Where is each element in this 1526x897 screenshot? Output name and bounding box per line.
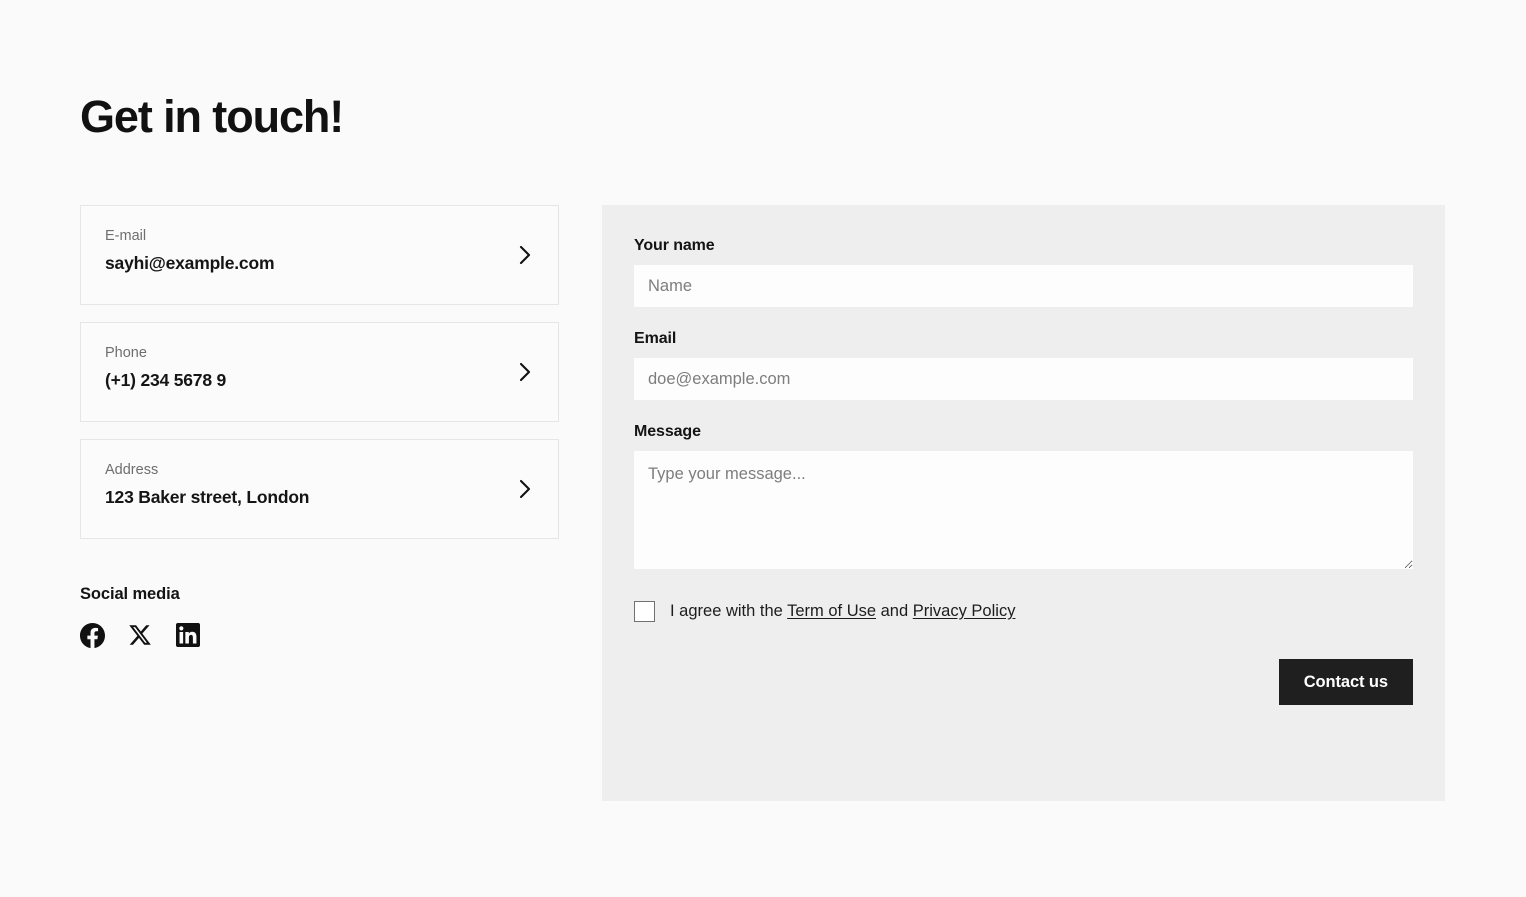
name-input[interactable] <box>634 265 1413 307</box>
contact-card-label: Phone <box>105 345 147 361</box>
contact-card-label: E-mail <box>105 228 147 244</box>
contact-info-column: E-mail sayhi@example.com Phone (+1) 234 … <box>80 205 559 648</box>
terms-agreement-row: I agree with the Term of Use and Privacy… <box>634 601 1413 622</box>
chevron-right-icon[interactable] <box>512 360 536 384</box>
email-input[interactable] <box>634 358 1413 400</box>
contact-card-email[interactable]: E-mail sayhi@example.com <box>80 205 559 305</box>
linkedin-icon[interactable] <box>176 623 201 648</box>
contact-page: Get in touch! E-mail sayhi@example.com P… <box>0 0 1526 897</box>
page-title: Get in touch! <box>80 91 344 142</box>
name-field-label: Your name <box>634 237 715 254</box>
contact-card-value: sayhi@example.com <box>105 253 275 274</box>
contact-card-value: (+1) 234 5678 9 <box>105 370 227 391</box>
email-field-label: Email <box>634 330 677 347</box>
facebook-icon[interactable] <box>80 623 105 648</box>
terms-agreement-label: I agree with the Term of Use and Privacy… <box>670 602 1015 622</box>
contact-card-address[interactable]: Address 123 Baker street, London <box>80 439 559 539</box>
privacy-policy-link[interactable]: Privacy Policy <box>913 602 1016 620</box>
chevron-right-icon[interactable] <box>512 243 536 267</box>
contact-card-label: Address <box>105 462 159 478</box>
contact-us-button[interactable]: Contact us <box>1278 659 1413 705</box>
x-twitter-icon[interactable] <box>128 623 153 648</box>
agree-prefix-text: I agree with the <box>670 601 788 620</box>
contact-form-panel: Your name Email Message I agree with the… <box>602 205 1445 801</box>
social-media-links <box>80 623 559 648</box>
agree-middle-text: and <box>876 601 913 620</box>
contact-card-value: 123 Baker street, London <box>105 487 310 508</box>
terms-of-use-link[interactable]: Term of Use <box>787 602 876 620</box>
chevron-right-icon[interactable] <box>512 477 536 501</box>
message-textarea[interactable] <box>634 451 1413 569</box>
social-media-heading: Social media <box>80 585 180 603</box>
message-field-label: Message <box>634 423 701 440</box>
submit-row: Contact us <box>634 659 1413 705</box>
terms-agreement-checkbox[interactable] <box>634 601 655 622</box>
contact-card-phone[interactable]: Phone (+1) 234 5678 9 <box>80 322 559 422</box>
